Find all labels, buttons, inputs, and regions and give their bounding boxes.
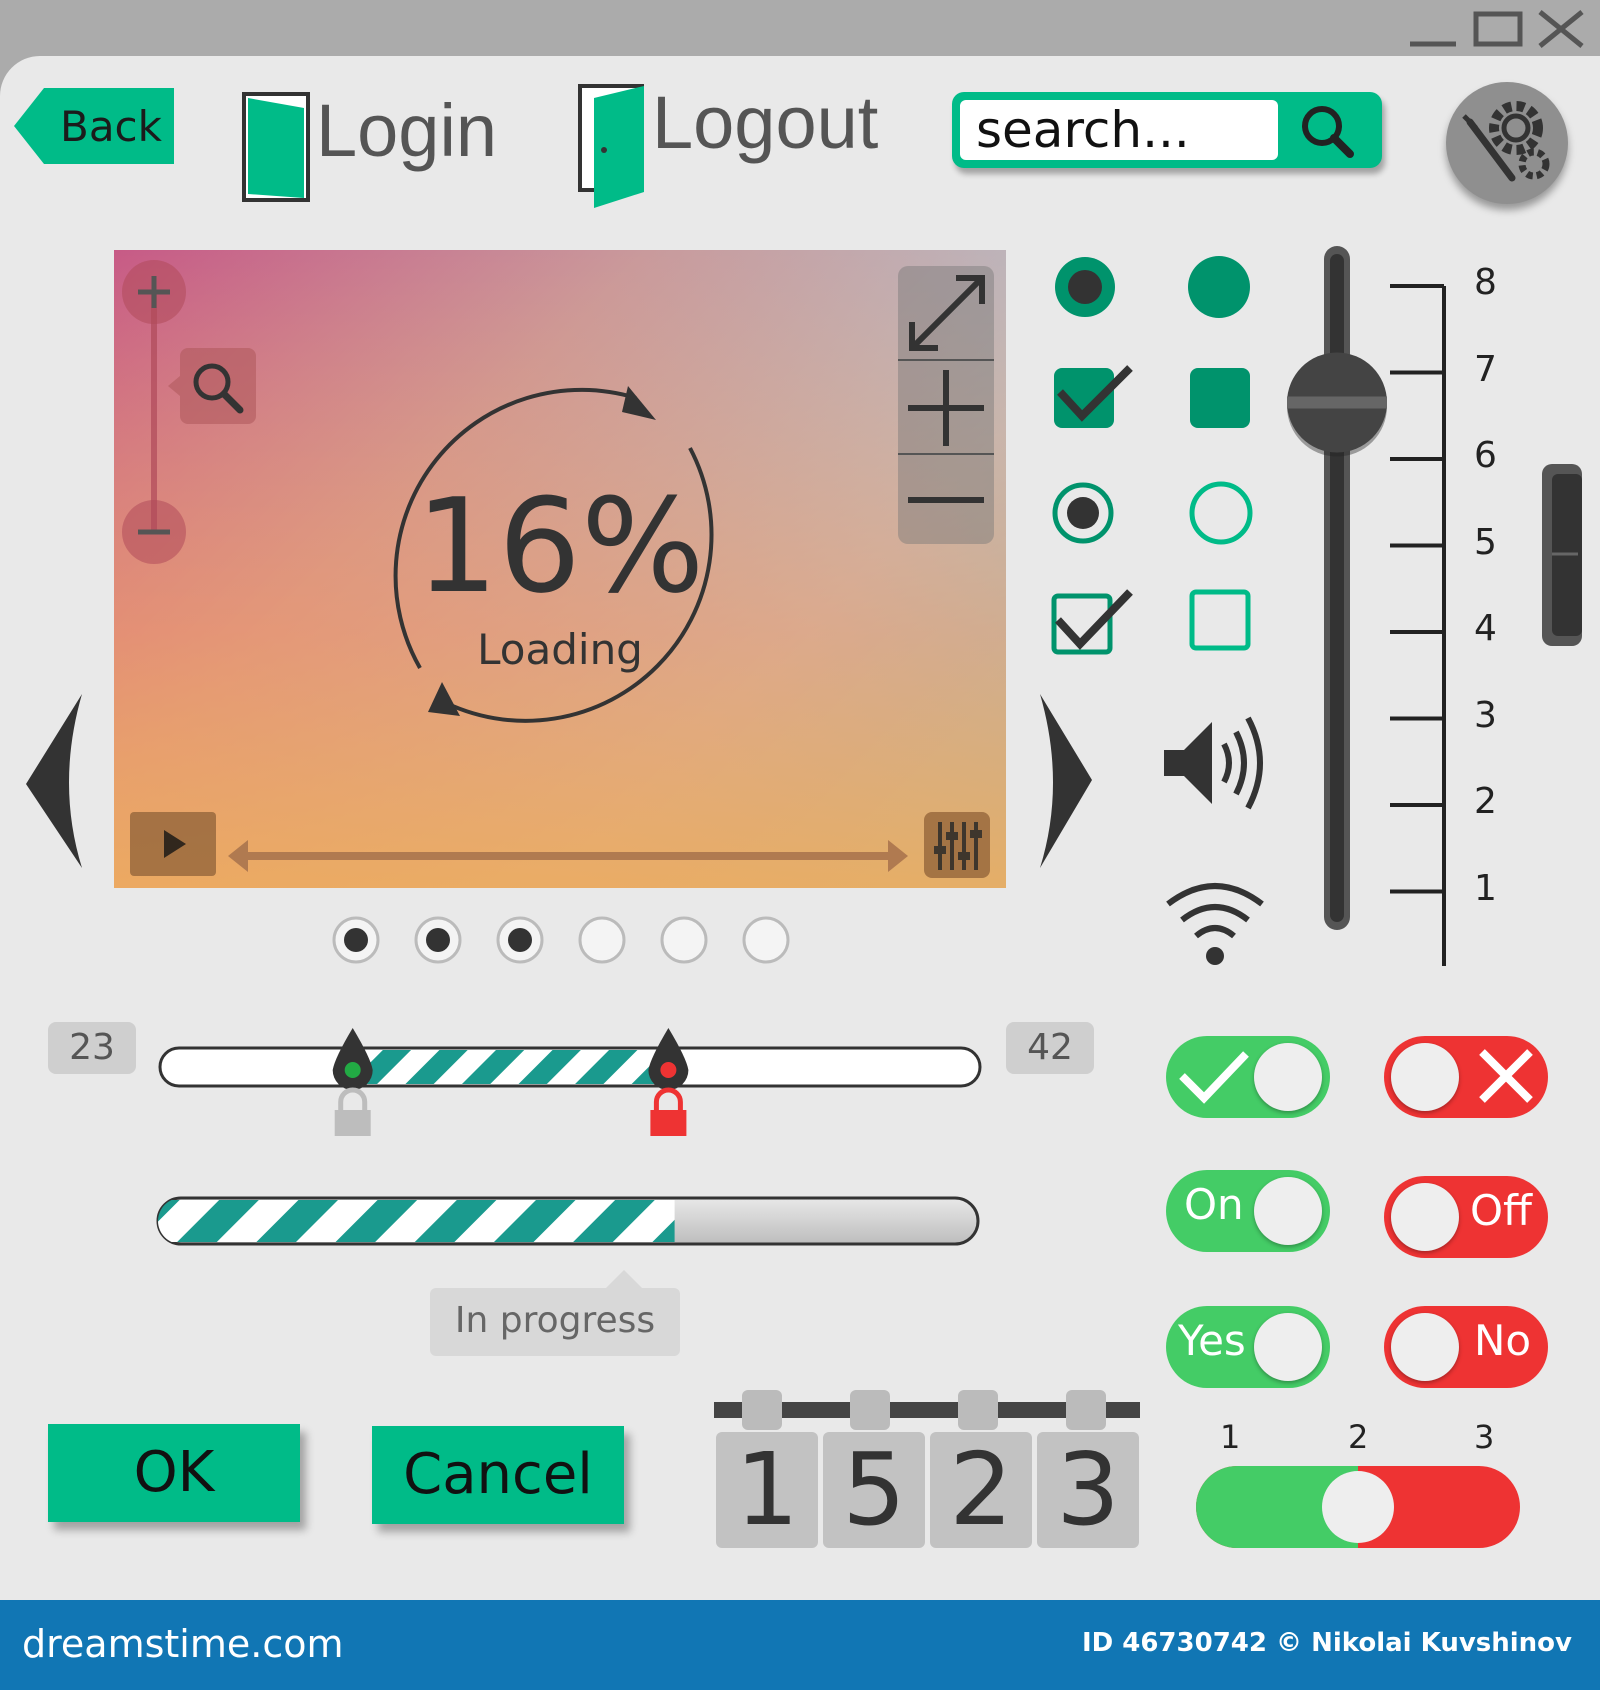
gear-wrench-icon <box>1462 101 1550 182</box>
loading-percent: 16% <box>415 470 705 622</box>
carousel-dots[interactable] <box>326 912 806 972</box>
scale-label: 3 <box>1474 694 1497 736</box>
checkbox-checked[interactable] <box>1048 584 1138 664</box>
back-label: Back <box>60 102 162 151</box>
checkbox-empty[interactable] <box>1188 586 1258 656</box>
check-toggle[interactable] <box>1166 1036 1330 1118</box>
counter-digit: 2 <box>930 1432 1032 1548</box>
login-door-icon <box>242 92 310 202</box>
footer: dreamstime.com ID 46730742 © Nikolai Kuv… <box>0 1600 1600 1690</box>
three-state-label: 3 <box>1474 1418 1495 1456</box>
off-toggle[interactable]: Off <box>1384 1176 1548 1258</box>
loading-status: Loading <box>477 625 643 674</box>
no-label: No <box>1474 1316 1532 1365</box>
carousel-dot[interactable] <box>332 916 380 964</box>
three-state-knob[interactable] <box>1322 1471 1394 1543</box>
counter-digit: 3 <box>1037 1432 1139 1548</box>
scale-label: 2 <box>1474 781 1497 822</box>
scale-label: 8 <box>1474 262 1497 303</box>
checkbox-checked-filled[interactable] <box>1050 358 1140 438</box>
cross-toggle[interactable] <box>1384 1036 1548 1118</box>
carousel-dot[interactable] <box>660 916 708 964</box>
carousel-dot[interactable] <box>578 916 626 964</box>
search-icon[interactable] <box>1286 92 1376 168</box>
close-icon[interactable] <box>1534 6 1594 52</box>
radio-empty[interactable] <box>1186 478 1256 548</box>
login-button[interactable]: Login <box>240 86 520 206</box>
progress-bar <box>156 1196 980 1246</box>
carousel-dot[interactable] <box>496 916 544 964</box>
search-input[interactable] <box>960 100 1270 160</box>
wifi-icon[interactable] <box>1160 870 1270 970</box>
settings-button[interactable] <box>1446 82 1568 204</box>
three-state-label: 2 <box>1348 1418 1369 1456</box>
on-toggle[interactable]: On <box>1166 1170 1330 1252</box>
counter-digit: 1 <box>716 1432 818 1548</box>
progress-fill <box>158 1200 675 1242</box>
search-box <box>952 92 1382 168</box>
lock-open-icon[interactable] <box>334 1087 371 1136</box>
logout-door-icon <box>578 84 644 208</box>
counter-digit: 5 <box>823 1432 925 1548</box>
range-max-label: 42 <box>1006 1022 1094 1074</box>
on-label: On <box>1184 1180 1244 1229</box>
lock-closed-icon[interactable] <box>650 1087 687 1136</box>
range-min-label: 23 <box>48 1022 136 1074</box>
yes-toggle[interactable]: Yes <box>1166 1306 1330 1388</box>
scale-label: 1 <box>1474 867 1497 909</box>
equalizer-button[interactable] <box>924 812 990 878</box>
scale-label: 7 <box>1474 348 1497 390</box>
cross-icon <box>1479 1049 1533 1103</box>
footer-site: dreamstime.com <box>22 1622 344 1666</box>
carousel-dot[interactable] <box>414 916 462 964</box>
progress-label: In progress <box>430 1288 680 1356</box>
media-player: 16% Loading <box>114 250 1006 888</box>
carousel-dot[interactable] <box>742 916 790 964</box>
check-icon <box>1179 1051 1249 1104</box>
radio-solid[interactable] <box>1184 252 1254 322</box>
checkbox-solid[interactable] <box>1186 364 1256 434</box>
scale-label: 4 <box>1474 608 1497 649</box>
off-label: Off <box>1470 1186 1532 1235</box>
magnifier-icon[interactable] <box>168 346 258 426</box>
speaker-icon[interactable] <box>1160 708 1270 818</box>
next-arrow-icon[interactable] <box>1036 694 1106 874</box>
play-button[interactable] <box>130 812 216 876</box>
equalizer-icon <box>934 822 982 870</box>
radio-filled-bordered[interactable] <box>1050 252 1120 322</box>
maximize-icon[interactable] <box>1472 6 1532 52</box>
zoom-in-icon[interactable] <box>122 260 186 324</box>
ok-button[interactable]: OK <box>48 1424 300 1522</box>
slider-knob[interactable] <box>1287 352 1387 457</box>
scroll-handle[interactable] <box>1538 460 1582 650</box>
three-state-switch[interactable] <box>1194 1460 1524 1550</box>
plus-icon[interactable] <box>898 360 994 454</box>
logout-button[interactable]: Logout <box>574 80 914 210</box>
fullscreen-icon[interactable] <box>898 266 994 360</box>
high-handle[interactable] <box>648 1028 689 1090</box>
counter-rail <box>714 1390 1140 1430</box>
footer-credit: ID 46730742 © Nikolai Kuvshinov <box>1081 1628 1572 1658</box>
no-toggle[interactable]: No <box>1384 1306 1548 1388</box>
logout-label: Logout <box>652 81 879 164</box>
cancel-button[interactable]: Cancel <box>372 1426 624 1524</box>
back-button[interactable]: Back <box>14 88 174 164</box>
low-handle[interactable] <box>332 1028 373 1090</box>
scale-label: 6 <box>1474 435 1497 476</box>
search-field-wrap <box>960 100 1278 160</box>
three-state-label: 1 <box>1220 1418 1241 1456</box>
prev-arrow-icon[interactable] <box>26 694 96 874</box>
radio-selected[interactable] <box>1050 478 1120 548</box>
yes-label: Yes <box>1178 1316 1246 1365</box>
seek-bar[interactable] <box>228 836 908 876</box>
window-controls <box>1404 6 1594 52</box>
login-label: Login <box>316 89 498 172</box>
scale-label: 5 <box>1474 521 1497 563</box>
play-icon <box>164 830 186 858</box>
range-slider[interactable] <box>150 1000 990 1140</box>
